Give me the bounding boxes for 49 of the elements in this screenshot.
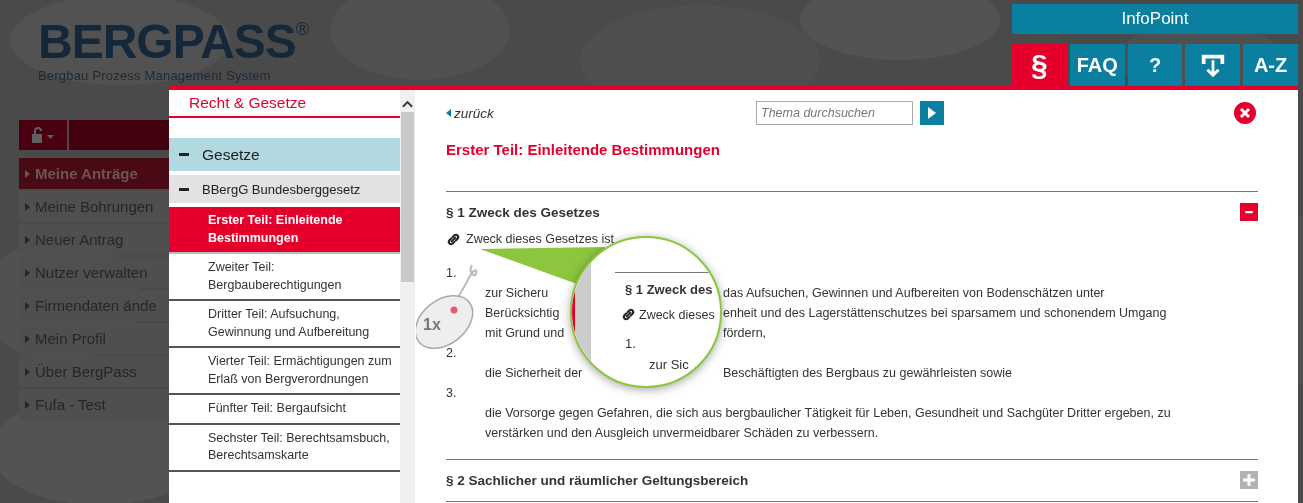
infopoint-tab[interactable]: A-Z	[1243, 44, 1298, 86]
close-icon[interactable]	[1234, 102, 1256, 124]
lock-icon	[30, 127, 56, 143]
minus-icon	[179, 153, 189, 156]
infopoint-title: InfoPoint	[1012, 4, 1298, 34]
infopoint-tab[interactable]: FAQ	[1069, 44, 1125, 86]
intro-text: Zweck dieses Gesetzes ist	[466, 231, 614, 248]
toggle-button[interactable]	[1240, 471, 1258, 489]
tree-item[interactable]: Gesetze	[169, 138, 400, 171]
click-count-label: 1x	[423, 316, 441, 334]
zoomed-text: zur Sic	[648, 357, 690, 372]
lock-menu-button[interactable]	[19, 120, 67, 150]
text-fragment: das Aufsuchen, Gewinnen und Aufbereiten von Bodenschätzen unter	[723, 285, 1105, 302]
infopoint-tab[interactable]	[1185, 44, 1241, 86]
search-button[interactable]	[920, 101, 944, 125]
back-link[interactable]: zurück	[446, 105, 756, 121]
infopoint-tab[interactable]: §	[1012, 44, 1067, 86]
scroll-up-icon[interactable]	[402, 100, 413, 108]
zoomed-heading: § 1 Zweck des	[624, 282, 714, 297]
plus-icon	[1243, 474, 1255, 486]
text-fragment: die Sicherheit der	[485, 365, 583, 382]
link-icon	[621, 307, 636, 322]
infopoint-tab[interactable]: ?	[1127, 44, 1183, 86]
logo-wordmark: BERGPASS$^{®}$	[38, 20, 309, 64]
tree-item[interactable]: Erster Teil: Einleitende Bestimmungen	[169, 207, 400, 254]
text-fragment: zur Sicheru	[485, 285, 549, 302]
scrollbar-thumb[interactable]	[401, 112, 414, 282]
text-fragment: mit Grund und	[485, 325, 565, 342]
text-fragment: fördern,	[723, 325, 767, 342]
list-number: 3.	[446, 385, 457, 402]
play-icon	[928, 107, 936, 119]
link-icon	[446, 231, 461, 247]
page-title: Erster Teil: Einleitende Bestimmungen	[446, 141, 721, 158]
scrollbar[interactable]	[400, 90, 415, 503]
text-fragment: enheit und des Lagerstättenschutzes bei sparsamem und schonendem Umgang	[723, 305, 1167, 322]
text-fragment: Berücksichtig	[485, 305, 560, 322]
minus-icon	[179, 187, 189, 191]
section-heading: § 1 Zweck des Gesetzes	[446, 204, 600, 220]
text-fragment: Beschäftigten des Bergbaus zu gewährleisten sowie	[723, 365, 1013, 382]
list-number: 2.	[446, 345, 457, 362]
toggle-button[interactable]	[1240, 203, 1258, 221]
paragraph: die Vorsorge gegen Gefahren, die sich aus bergbaulicher Tätigkeit für Leben, Gesundheit und Sachgüter Dritter ergeben, zu verstärken und den Ausgleich unvermeidbarer Schäden zu verbessern.	[484, 405, 1172, 442]
zoomed-number: 1.	[624, 336, 637, 351]
section-heading: § 2 Sachlicher und räumlicher Geltungsbereich	[446, 472, 749, 488]
zoomed-text: Zweck dieses	[639, 307, 715, 322]
tree-item[interactable]: BBergG Bundesberggesetz	[169, 175, 400, 203]
list-number: 1.	[446, 265, 457, 282]
search-field[interactable]: Thema durchsuchen	[756, 101, 913, 125]
minus-icon	[1244, 210, 1254, 214]
